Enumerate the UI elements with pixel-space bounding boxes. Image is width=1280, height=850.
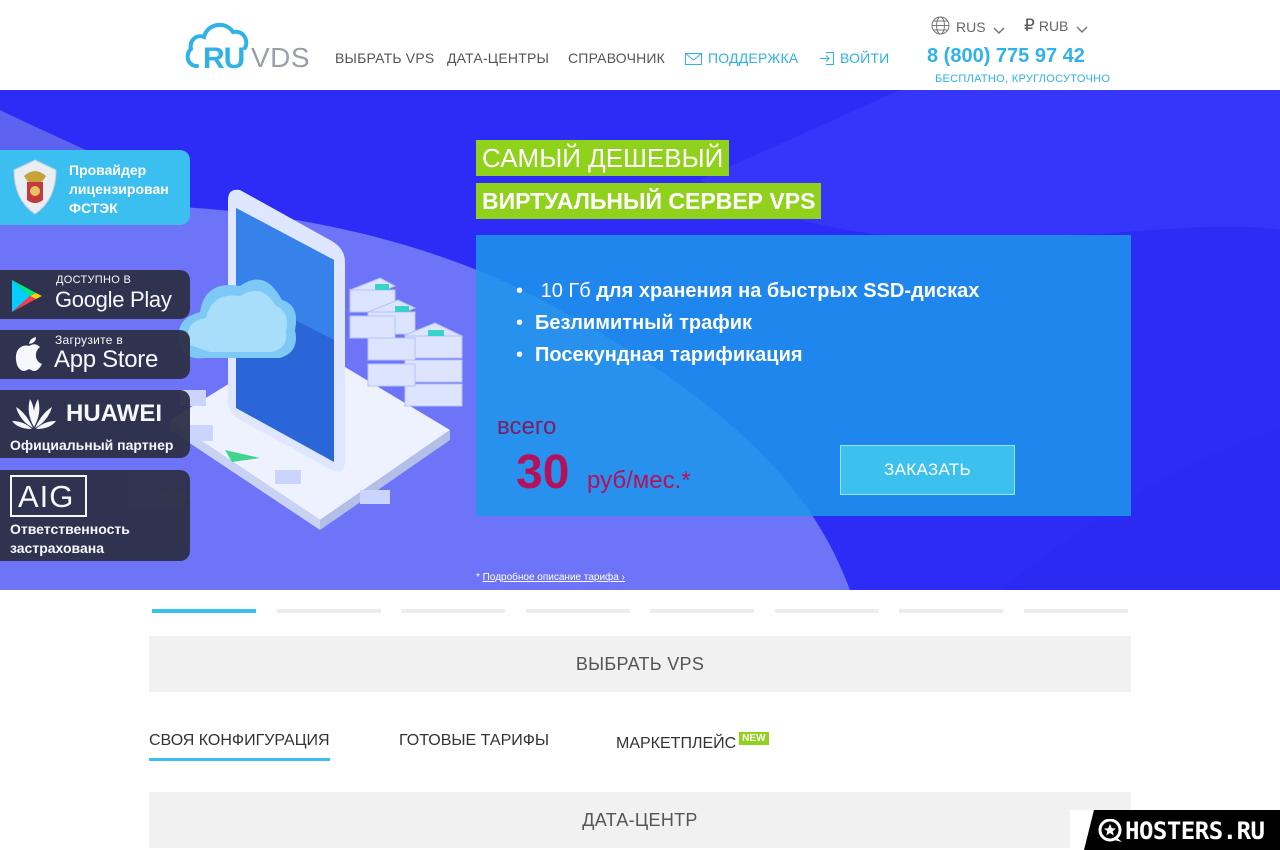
google-play-label: Google Play [55,287,172,312]
aig-note-1: Ответственность [10,521,130,537]
hero-title-line-2: ВИРТУАЛЬНЫЙ СЕРВЕР VPS [476,183,822,219]
nav-login-label: ВОЙТИ [840,50,890,66]
aig-insurance-badge[interactable]: AIG Ответственность застрахована [0,470,190,561]
aig-logo-box: AIG [10,475,87,517]
choose-vps-heading: ВЫБРАТЬ VPS [149,636,1131,692]
nav-datacenters[interactable]: ДАТА-ЦЕНТРЫ [447,50,549,66]
nav-reference[interactable]: СПРАВОЧНИК [568,50,665,66]
slider-indicators [152,609,1130,613]
feature-storage-amount: 10 Гб [540,280,591,302]
huawei-partner-badge[interactable]: HUAWEI Официальный партнер [0,390,190,458]
nav-support-label: ПОДДЕРЖКА [708,50,799,66]
fstek-line-1: Провайдер [69,162,147,178]
watermark-text: HOSTERS.RU [1125,817,1265,845]
hosters-watermark: HOSTERS.RU [1070,810,1280,850]
tariff-details-link[interactable]: Подробное описание тарифа › [483,572,625,583]
phone-number[interactable]: 8 (800) 775 97 42 [927,45,1085,68]
feature-storage-text: для хранения на быстрых SSD-дисках [596,280,980,302]
hero-banner: Провайдер лицензирован ФСТЭК ДОСТУПНО В … [0,90,1280,590]
ruvds-logo[interactable]: RU VDS [185,18,315,75]
app-store-label: App Store [54,346,159,373]
order-button[interactable]: ЗАКАЗАТЬ [840,445,1015,495]
google-play-badge[interactable]: ДОСТУПНО В Google Play [0,270,190,319]
google-play-small: ДОСТУПНО В [56,274,132,286]
slide-indicator[interactable] [650,609,754,613]
logo-vds-text: VDS [251,42,311,73]
slide-indicator[interactable] [899,609,1003,613]
tab-marketplace[interactable]: МАРКЕТПЛЕЙС NEW [616,732,769,753]
price-unit: руб/мес.* [587,467,691,494]
language-selector[interactable]: RUS [931,16,1011,35]
new-badge: NEW [739,732,769,745]
speech-star-icon [1098,819,1122,842]
app-store-badge[interactable]: Загрузите в App Store [0,330,190,379]
currency-value: RUB [1038,18,1069,34]
fstek-line-2: лицензирован [69,181,169,197]
nav-support[interactable]: ПОДДЕРЖКА [685,50,798,66]
fstek-license-badge[interactable]: Провайдер лицензирован ФСТЭК [0,150,190,225]
language-value: RUS [956,19,986,35]
phone-note: БЕСПЛАТНО, КРУГЛОСУТОЧНО [935,73,1111,85]
chevron-down-icon [993,27,1005,35]
tab-custom-config[interactable]: СВОЯ КОНФИГУРАЦИЯ [149,732,330,761]
tab-marketplace-label: МАРКЕТПЛЕЙС [616,735,737,752]
hero-title-line-1: САМЫЙ ДЕШЕВЫЙ [476,140,730,176]
logo-ru-text: RU [203,42,245,75]
fstek-text: Провайдер лицензирован ФСТЭК [69,161,169,218]
huawei-flower-icon [12,399,56,429]
datacenter-heading: ДАТА-ЦЕНТР [149,792,1131,848]
login-icon [820,52,834,65]
feature-storage: 10 Гб для хранения на быстрых SSD-дисках [516,280,980,303]
slide-indicator[interactable] [277,609,381,613]
tariff-footnote: * Подробное описание тарифа › [476,572,625,583]
nav-choose-vps[interactable]: ВЫБРАТЬ VPS [335,50,434,66]
huawei-brand: HUAWEI [66,400,162,427]
slide-indicator[interactable] [526,609,630,613]
chevron-down-icon [1076,26,1088,34]
price-prefix: всего [497,413,557,440]
slide-indicator[interactable] [1024,609,1128,613]
fstek-line-3: ФСТЭК [69,200,118,216]
offer-panel: 10 Гб для хранения на быстрых SSD-дисках… [476,235,1131,516]
aig-brand: AIG [18,479,75,514]
site-header: RU VDS ВЫБРАТЬ VPS ДАТА-ЦЕНТРЫ СПРАВОЧНИ… [0,0,1280,90]
envelope-icon [685,53,702,65]
tab-ready-plans[interactable]: ГОТОВЫЕ ТАРИФЫ [399,732,549,750]
coat-of-arms-icon [13,159,57,215]
ruble-icon: ₽ [1024,16,1035,35]
google-play-icon [12,280,42,312]
footnote-star: * [476,572,483,583]
globe-icon [931,16,950,35]
nav-login[interactable]: ВОЙТИ [820,50,889,66]
feature-billing: Посекундная тарификация [516,344,803,367]
currency-selector[interactable]: ₽ RUB [1024,16,1094,36]
slide-indicator[interactable] [775,609,879,613]
aig-note-2: застрахована [10,540,104,556]
app-store-small: Загрузите в [55,333,124,347]
huawei-note: Официальный партнер [10,437,174,453]
feature-traffic: Безлимитный трафик [516,312,752,335]
apple-icon [15,337,42,371]
slide-indicator[interactable] [401,609,505,613]
price-value: 30 [516,446,570,499]
slide-indicator[interactable] [152,609,256,613]
